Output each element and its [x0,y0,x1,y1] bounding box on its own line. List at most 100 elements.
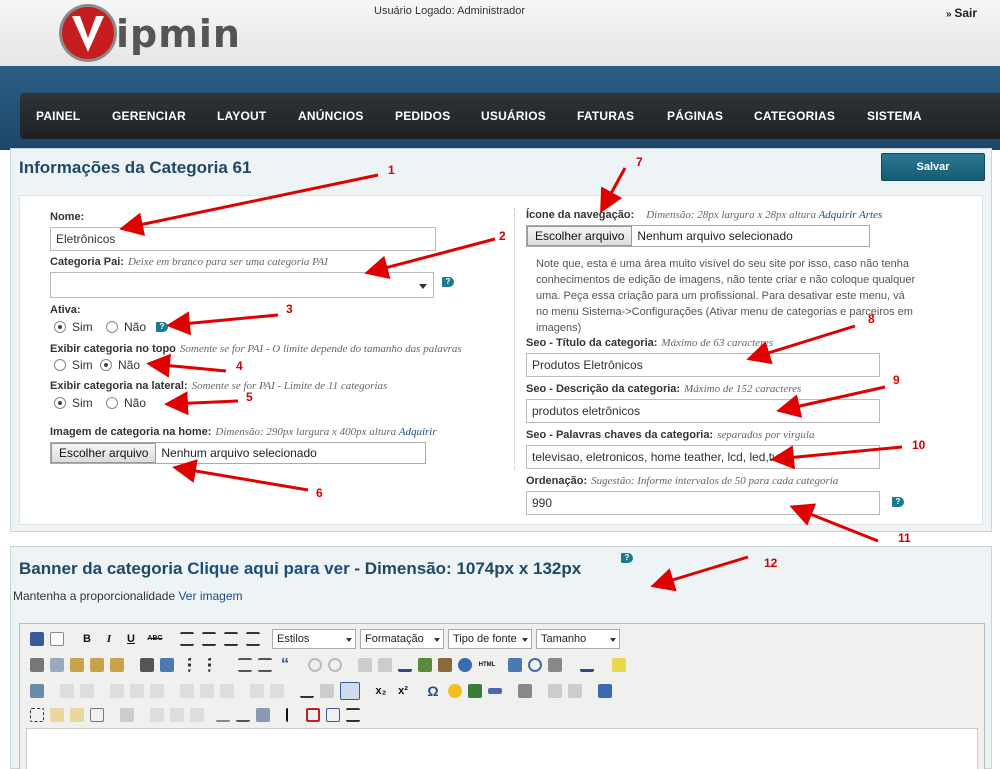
ver-imagem-link[interactable]: Ver imagem [178,589,242,603]
table-cell-props-icon[interactable] [80,684,94,698]
nav-item-paginas[interactable]: PÁGINAS [667,109,723,123]
abbr-icon[interactable] [170,708,184,722]
subscript-button[interactable]: x₂ [374,684,388,698]
nav-item-usuarios[interactable]: USUÁRIOS [481,109,546,123]
nav-item-layout[interactable]: LAYOUT [217,109,266,123]
nav-item-gerenciar[interactable]: GERENCIAR [112,109,186,123]
paste-word-icon[interactable] [110,658,124,672]
find-icon[interactable] [140,658,154,672]
bold-button[interactable]: B [80,632,94,646]
link-icon[interactable] [358,658,372,672]
advanced-hr-icon[interactable] [488,688,502,694]
html-source-button[interactable]: HTML [476,658,498,672]
seo-descricao-input[interactable]: produtos eletrônicos [526,399,880,423]
emoticon-icon[interactable] [448,684,462,698]
nav-item-faturas[interactable]: FATURAS [577,109,634,123]
insert-col-after-icon[interactable] [200,684,214,698]
replace-icon[interactable] [160,658,174,672]
format-dropdown[interactable]: Formatação [360,629,444,649]
media-icon[interactable] [468,684,482,698]
ativa-nao-radio[interactable]: Não [106,320,146,334]
paste-text-icon[interactable] [90,658,104,672]
choose-file-button[interactable]: Escolher arquivo [527,226,633,246]
rtl-icon[interactable] [568,684,582,698]
split-cells-icon[interactable] [250,684,264,698]
insert-row-before-icon[interactable] [110,684,124,698]
acronym-icon[interactable] [190,708,204,722]
styles-dropdown[interactable]: Estilos [272,629,356,649]
insert-layer-icon[interactable] [30,708,44,722]
delete-text-icon[interactable] [216,708,230,722]
ordenacao-input[interactable]: 990 [526,491,880,515]
visual-aid-icon[interactable] [340,682,360,700]
align-justify-icon[interactable] [246,632,260,646]
page-break-icon[interactable] [346,708,360,722]
template-icon[interactable] [326,708,340,722]
nav-item-pedidos[interactable]: PEDIDOS [395,109,450,123]
text-color-icon[interactable] [580,658,594,672]
ativa-sim-radio[interactable]: Sim [54,320,93,334]
remove-format-icon[interactable] [320,684,334,698]
align-right-icon[interactable] [224,632,238,646]
imagem-file-input[interactable]: Escolher arquivo Nenhum arquivo seleciona… [50,442,426,464]
superscript-button[interactable]: x² [396,684,410,698]
help-icon[interactable]: ? [156,322,168,332]
redo-icon[interactable] [328,658,342,672]
banner-view-link[interactable]: Clique aqui para ver [187,559,350,578]
move-backward-icon[interactable] [70,708,84,722]
logout-link[interactable]: » Sair [946,6,977,20]
cut-icon[interactable] [30,658,44,672]
italic-button[interactable]: I [102,632,116,646]
seo-palavras-input[interactable]: televisao, eletronicos, home teather, lc… [526,445,880,469]
adquirir-link[interactable]: Adquirir [399,426,437,438]
insert-row-after-icon[interactable] [130,684,144,698]
indent-icon[interactable] [258,658,272,672]
absolute-position-icon[interactable] [90,708,104,722]
ltr-icon[interactable] [548,684,562,698]
print-icon[interactable] [518,684,532,698]
font-size-dropdown[interactable]: Tamanho [536,629,620,649]
nav-item-anuncios[interactable]: ANÚNCIOS [298,109,364,123]
unlink-icon[interactable] [378,658,392,672]
nome-input[interactable]: Eletrônicos [50,227,436,251]
cite-icon[interactable] [150,708,164,722]
insert-date-icon[interactable] [508,658,522,672]
exibir-topo-sim-radio[interactable]: Sim [54,358,93,372]
insert-text-icon[interactable] [236,708,250,722]
align-center-icon[interactable] [202,632,216,646]
font-family-dropdown[interactable]: Tipo de fonte [448,629,532,649]
vipmin-logo[interactable]: ipmin [58,2,248,64]
table-row-props-icon[interactable] [60,684,74,698]
choose-file-button[interactable]: Escolher arquivo [51,443,157,463]
delete-col-icon[interactable] [220,684,234,698]
non-breaking-icon[interactable] [306,708,320,722]
cleanup-icon[interactable] [438,658,452,672]
bullet-list-icon[interactable] [188,658,202,672]
attributes-icon[interactable] [256,708,270,722]
anchor-icon[interactable] [398,658,412,672]
adquirir-artes-link[interactable]: Adquirir Artes [819,209,883,221]
help-icon[interactable]: ? [621,553,633,563]
delete-row-icon[interactable] [150,684,164,698]
help-icon[interactable]: ? [892,497,904,507]
help-icon[interactable] [458,658,472,672]
blockquote-icon[interactable]: “ [278,657,292,673]
underline-button[interactable]: U [124,632,138,646]
icone-file-input[interactable]: Escolher arquivo Nenhum arquivo seleciona… [526,225,870,247]
save-icon[interactable] [30,632,44,646]
exibir-topo-nao-radio[interactable]: Não [100,358,140,372]
special-char-icon[interactable]: Ω [426,684,440,698]
highlight-color-icon[interactable] [612,658,626,672]
visual-chars-icon[interactable] [286,708,300,722]
help-icon[interactable]: ? [442,277,454,287]
exibir-lateral-nao-radio[interactable]: Não [106,396,146,410]
insert-col-before-icon[interactable] [180,684,194,698]
move-forward-icon[interactable] [50,708,64,722]
seo-titulo-input[interactable]: Produtos Eletrônicos [526,353,880,377]
copy-icon[interactable] [50,658,64,672]
edit-css-icon[interactable] [30,684,44,698]
exibir-lateral-sim-radio[interactable]: Sim [54,396,93,410]
strikethrough-button[interactable]: ABC [144,632,166,646]
categoria-pai-select[interactable] [50,272,434,298]
merge-cells-icon[interactable] [270,684,284,698]
